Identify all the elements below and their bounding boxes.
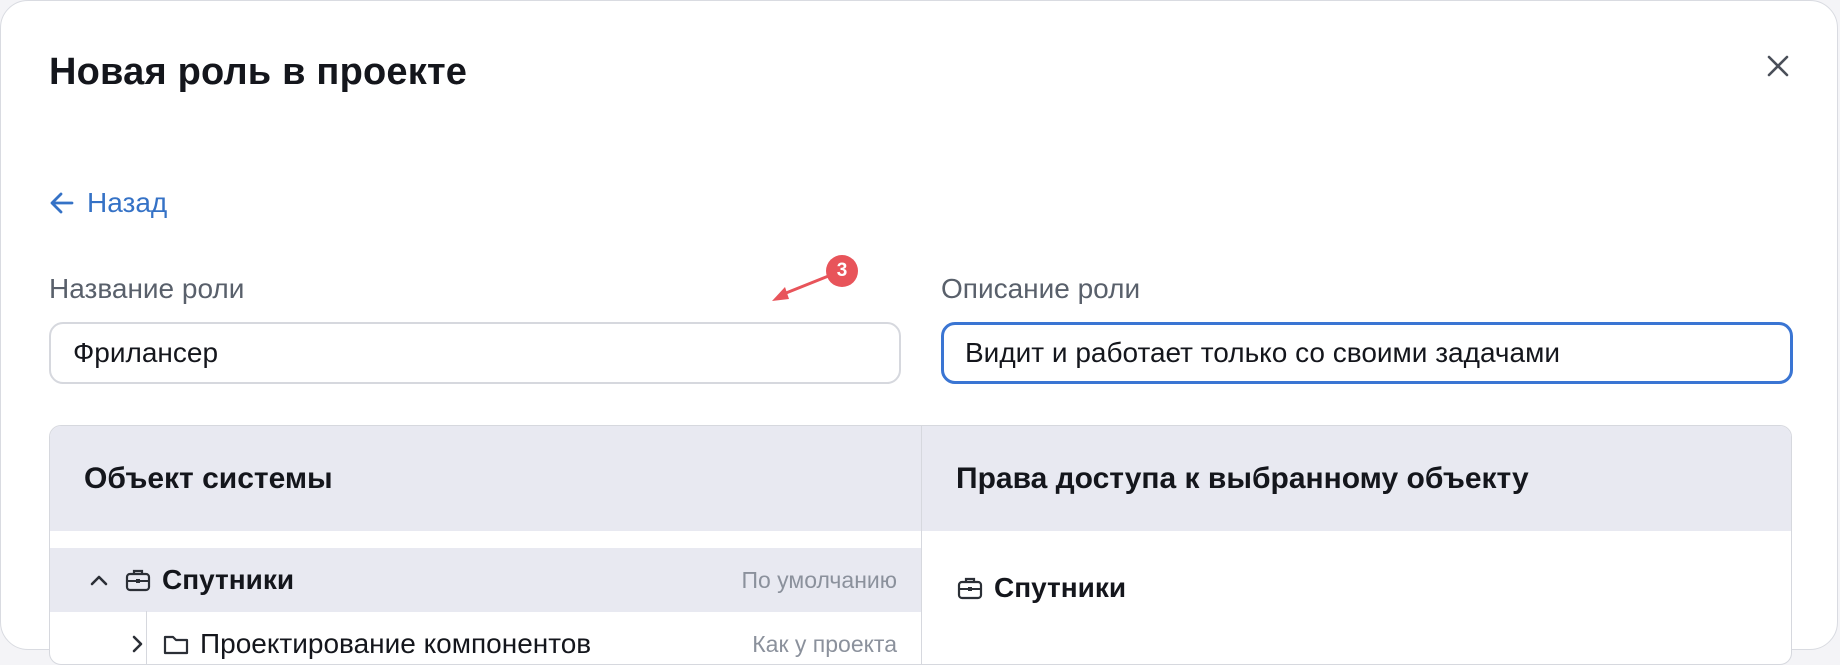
back-label: Назад: [87, 187, 168, 218]
back-link[interactable]: Назад: [49, 184, 167, 222]
briefcase-icon: [125, 569, 151, 592]
annotation-step-badge: 3: [826, 255, 858, 287]
tree-row-hint: По умолчанию: [741, 566, 897, 593]
briefcase-icon: [957, 577, 983, 600]
permissions-table: Объект системы Права доступа к выбранном…: [49, 425, 1792, 665]
chevron-up-icon[interactable]: [88, 569, 110, 591]
close-icon: [1767, 55, 1789, 77]
tree-row-label: Проектирование компонентов: [200, 628, 592, 659]
close-button[interactable]: [1761, 49, 1795, 83]
tree-row-label: Спутники: [162, 564, 295, 595]
dialog-title: Новая роль в проекте: [49, 51, 468, 93]
selected-object-label: Спутники: [994, 572, 1127, 603]
tree-row-sputniki[interactable]: Спутники По умолчанию: [50, 548, 921, 612]
role-name-label: Название роли: [49, 273, 245, 304]
tree-row-component-design[interactable]: Проектирование компонентов Как у проекта: [50, 612, 921, 664]
folder-icon: [163, 635, 189, 655]
column-header-permissions: Права доступа к выбранному объекту: [922, 426, 1791, 531]
column-divider: [921, 426, 922, 664]
role-description-label: Описание роли: [941, 273, 1141, 304]
column-header-object: Объект системы: [50, 426, 921, 531]
new-role-dialog: Новая роль в проекте Назад Название роли…: [0, 0, 1838, 665]
role-name-input[interactable]: [49, 322, 901, 384]
selected-object-title: Спутники: [956, 568, 1126, 608]
tree-row-hint: Как у проекта: [752, 630, 897, 657]
chevron-right-icon[interactable]: [126, 633, 148, 655]
role-description-input[interactable]: [941, 322, 1793, 384]
arrow-left-icon: [50, 192, 74, 214]
